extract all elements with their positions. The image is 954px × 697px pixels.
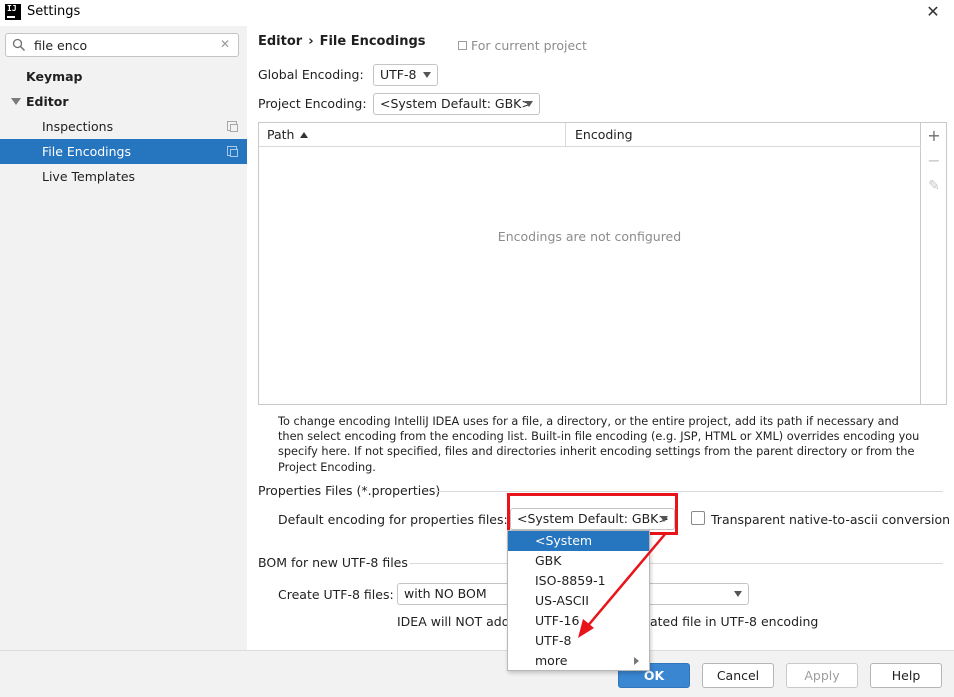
dropdown-option-label: more xyxy=(535,653,568,668)
copy-icon xyxy=(227,121,238,132)
add-icon[interactable]: + xyxy=(925,127,943,145)
table-toolbar: + − ✎ xyxy=(921,122,947,405)
breadcrumb-parent[interactable]: Editor xyxy=(258,34,302,49)
dropdown-option-us-ascii[interactable]: US-ASCII xyxy=(508,591,649,611)
sidebar-item-label: Live Templates xyxy=(42,169,136,184)
bom-note-left: IDEA will NOT add xyxy=(397,614,510,629)
chevron-down-icon xyxy=(423,72,431,78)
sidebar-item-keymap[interactable]: Keymap xyxy=(0,64,247,89)
empty-table-message: Encodings are not configured xyxy=(497,229,682,244)
section-divider xyxy=(436,491,943,492)
column-header-label: Encoding xyxy=(575,127,633,142)
expand-triangle-icon[interactable] xyxy=(11,98,21,105)
properties-section-title: Properties Files (*.properties) xyxy=(258,483,441,498)
encoding-dropdown-list[interactable]: <System Default> GBK ISO-8859-1 US-ASCII… xyxy=(507,530,650,671)
sidebar-item-label: Keymap xyxy=(26,69,83,84)
window-title: Settings xyxy=(27,4,81,19)
search-box[interactable]: ✕ xyxy=(5,33,239,57)
dropdown-option-utf-8[interactable]: UTF-8 xyxy=(508,631,649,651)
breadcrumb: Editor › File Encodings xyxy=(258,34,426,49)
sidebar-item-label: Inspections xyxy=(42,119,114,134)
breadcrumb-separator: › xyxy=(308,34,314,49)
edit-icon[interactable]: ✎ xyxy=(925,177,943,195)
cancel-button[interactable]: Cancel xyxy=(702,663,774,688)
dropdown-option-gbk[interactable]: GBK xyxy=(508,551,649,571)
encodings-table[interactable]: Path Encoding Encodings are not configur… xyxy=(258,122,921,405)
project-encoding-select[interactable]: <System Default: GBK> xyxy=(373,93,540,115)
intellij-logo-icon: IJ xyxy=(5,4,21,20)
transparent-conversion-label[interactable]: Transparent native-to-ascii conversion xyxy=(711,512,950,527)
help-text: To change encoding IntelliJ IDEA uses fo… xyxy=(278,415,920,474)
chevron-right-icon xyxy=(634,657,639,665)
project-encoding-label: Project Encoding: xyxy=(258,96,367,111)
apply-button[interactable]: Apply xyxy=(786,663,858,688)
section-divider xyxy=(410,563,943,564)
scope-label: For current project xyxy=(471,38,587,53)
bom-section-title: BOM for new UTF-8 files xyxy=(258,555,408,570)
breadcrumb-current: File Encodings xyxy=(319,34,426,49)
dropdown-option-iso-8859-1[interactable]: ISO-8859-1 xyxy=(508,571,649,591)
search-input[interactable] xyxy=(34,36,214,54)
help-button[interactable]: Help xyxy=(870,663,942,688)
chevron-down-icon xyxy=(525,101,533,107)
column-header-label: Path xyxy=(267,127,295,142)
properties-default-encoding-label: Default encoding for properties files: xyxy=(278,512,508,527)
chevron-down-icon xyxy=(734,591,742,597)
sidebar-item-inspections[interactable]: Inspections xyxy=(0,114,247,139)
transparent-conversion-checkbox[interactable] xyxy=(691,511,705,525)
bom-note-right: ated file in UTF-8 encoding xyxy=(650,614,819,629)
search-icon xyxy=(12,38,25,51)
sidebar-item-file-encodings[interactable]: File Encodings xyxy=(0,139,247,164)
global-encoding-label: Global Encoding: xyxy=(258,67,364,82)
sidebar-item-label: Editor xyxy=(26,94,69,109)
column-header-path[interactable]: Path xyxy=(259,123,566,147)
global-encoding-value: UTF-8 xyxy=(380,67,417,82)
title-bar: IJ Settings ✕ xyxy=(0,0,954,26)
clear-search-icon[interactable]: ✕ xyxy=(220,37,230,51)
create-utf8-label: Create UTF-8 files: xyxy=(278,587,394,602)
project-scope-icon xyxy=(458,41,467,50)
copy-icon xyxy=(227,146,238,157)
highlight-box xyxy=(507,493,678,535)
column-header-encoding[interactable]: Encoding xyxy=(566,123,921,147)
dropdown-option-more[interactable]: more xyxy=(508,651,649,671)
sort-ascending-icon xyxy=(300,132,309,138)
scope-indicator: For current project xyxy=(458,38,587,53)
sidebar-item-editor[interactable]: Editor xyxy=(0,89,247,114)
sidebar-item-label: File Encodings xyxy=(42,144,132,159)
remove-icon[interactable]: − xyxy=(925,152,943,170)
global-encoding-select[interactable]: UTF-8 xyxy=(373,64,438,86)
sidebar-item-live-templates[interactable]: Live Templates xyxy=(0,164,247,189)
close-icon[interactable]: ✕ xyxy=(922,1,944,23)
dropdown-option-utf-16[interactable]: UTF-16 xyxy=(508,611,649,631)
bom-select-value: with NO BOM xyxy=(404,586,487,601)
project-encoding-value: <System Default: GBK> xyxy=(380,96,532,111)
dropdown-option-system-default[interactable]: <System Default> xyxy=(508,531,649,568)
settings-sidebar: ✕ Keymap Editor Inspections File Encodin… xyxy=(0,26,247,650)
